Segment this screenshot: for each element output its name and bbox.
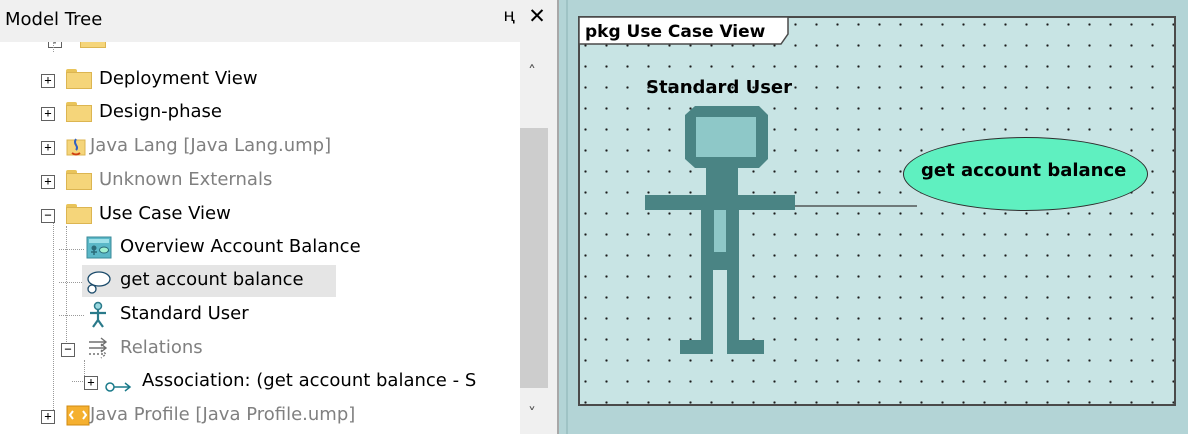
actor-figure[interactable] — [0, 0, 1188, 434]
use-case-label: get account balance — [921, 160, 1127, 181]
